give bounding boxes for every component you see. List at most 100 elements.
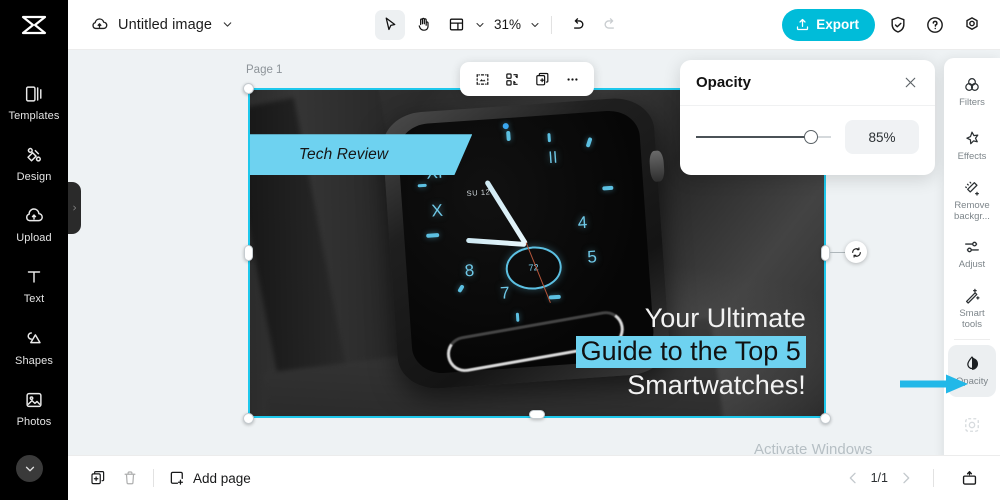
ellipsis-icon — [566, 77, 578, 81]
watch-crown — [648, 150, 665, 182]
help-button[interactable] — [921, 11, 949, 39]
watch-tick — [546, 132, 551, 142]
filters-icon — [965, 78, 979, 91]
opacity-slider-knob[interactable] — [803, 130, 818, 144]
capcut-logo-icon — [21, 15, 47, 34]
rightbar-label-remove-background: Remove backgr... — [954, 199, 990, 222]
security-button[interactable] — [884, 11, 912, 39]
templates-icon — [25, 86, 42, 102]
app-logo[interactable] — [0, 0, 68, 50]
headline-line-3: Smartwatches! — [627, 369, 806, 400]
trash-icon — [124, 471, 136, 485]
watch-numeral-7: 7 — [499, 282, 510, 303]
upload-cloud-icon — [26, 208, 43, 222]
redo-button[interactable] — [595, 10, 625, 40]
rightbar-item-filters[interactable]: Filters — [948, 66, 996, 118]
sidebar-item-upload[interactable]: Upload — [0, 194, 68, 255]
sidebar-label-photos: Photos — [16, 415, 52, 428]
resize-handle-bottom-right[interactable] — [820, 413, 831, 424]
image-context-toolbar — [460, 62, 594, 96]
opacity-panel: Opacity 85% — [680, 60, 935, 175]
sidebar-item-shapes[interactable]: Shapes — [0, 317, 68, 378]
sidebar-item-templates[interactable]: Templates — [0, 72, 68, 133]
watch-numeral-ii: ll — [548, 149, 559, 168]
sidebar-label-shapes: Shapes — [15, 354, 53, 367]
cursor-arrow-icon — [385, 17, 395, 31]
export-button[interactable]: Export — [782, 8, 875, 41]
opacity-panel-header: Opacity — [680, 60, 935, 106]
sidebar-expand-button[interactable] — [16, 455, 43, 482]
opacity-slider[interactable] — [696, 127, 831, 147]
undo-button[interactable] — [562, 10, 592, 40]
swap-icon — [505, 72, 518, 86]
text-t-icon — [27, 271, 41, 284]
rotate-handle[interactable] — [845, 241, 867, 263]
duplicate-page-button[interactable] — [82, 464, 114, 492]
presenter-view-button[interactable] — [953, 464, 986, 492]
headline-text-group[interactable]: Your Ultimate Guide to the Top 5 Smartwa… — [575, 303, 806, 402]
rightbar-item-cutout[interactable] — [948, 399, 996, 451]
document-title-group: Untitled image — [90, 15, 234, 34]
cutout-dashed-icon — [965, 418, 979, 432]
rightbar-item-adjust[interactable]: Adjust — [948, 228, 996, 280]
layout-tool-button[interactable] — [441, 10, 471, 40]
duplicate-tool-button[interactable] — [529, 66, 555, 92]
document-title[interactable]: Untitled image — [118, 17, 212, 33]
delete-page-button[interactable] — [114, 464, 146, 492]
opacity-panel-title: Opacity — [696, 74, 752, 91]
select-tool-button[interactable] — [374, 9, 405, 40]
chevron-left-icon[interactable] — [845, 470, 861, 486]
tech-review-ribbon[interactable]: Tech Review — [248, 134, 473, 176]
more-options-button[interactable] — [559, 66, 585, 92]
resize-handle-middle-right[interactable] — [821, 245, 830, 261]
close-icon[interactable] — [902, 74, 919, 91]
watch-numeral-4: 4 — [576, 212, 588, 233]
chevron-right-icon[interactable] — [898, 470, 914, 486]
remove-background-icon — [965, 181, 979, 196]
hand-tool-button[interactable] — [408, 10, 438, 40]
shapes-icon — [27, 331, 41, 344]
rightbar-item-smart-tools[interactable]: Smart tools — [948, 282, 996, 334]
add-page-button[interactable]: Add page — [161, 464, 258, 492]
resize-handle-bottom-center[interactable] — [529, 410, 545, 419]
sidebar-item-design[interactable]: Design — [0, 133, 68, 194]
effects-star-icon — [966, 131, 979, 145]
rightbar-item-remove-background[interactable]: Remove backgr... — [948, 174, 996, 226]
sidebar-item-photos[interactable]: Photos — [0, 378, 68, 439]
undo-icon — [573, 18, 583, 29]
watch-tick — [456, 283, 465, 293]
opacity-value-field[interactable]: 85% — [845, 120, 919, 154]
sidebar-label-text: Text — [23, 293, 45, 306]
watch-tick — [425, 232, 439, 238]
sidebar-item-text[interactable]: Text — [0, 255, 68, 316]
cloud-upload-icon[interactable] — [90, 15, 109, 34]
chevron-down-icon[interactable] — [221, 18, 234, 31]
layout-chevron-down-icon[interactable] — [474, 19, 486, 31]
watch-numeral-8: 8 — [463, 260, 475, 280]
rotate-connector — [830, 252, 845, 253]
replace-tool-button[interactable] — [499, 66, 525, 92]
bottom-divider — [153, 469, 154, 487]
upload-icon — [797, 18, 809, 31]
page-label: Page 1 — [246, 64, 283, 76]
rightbar-label-effects: Effects — [957, 151, 987, 163]
rightbar-item-effects[interactable]: Effects — [948, 120, 996, 172]
watch-tick — [515, 312, 520, 322]
resize-handle-bottom-left[interactable] — [243, 413, 254, 424]
watch-hour-hand — [465, 237, 526, 247]
toolbar-divider — [551, 15, 553, 34]
sidebar-collapse-handle[interactable] — [68, 182, 81, 234]
layout-grid-icon — [449, 18, 463, 31]
resize-handle-middle-left[interactable] — [244, 245, 253, 261]
zoom-chevron-down-icon[interactable] — [529, 19, 541, 31]
chevron-down-icon — [25, 466, 34, 471]
settings-button[interactable] — [958, 11, 986, 39]
shield-check-icon — [891, 16, 905, 33]
watch-tick — [601, 185, 613, 191]
resize-handle-top-left[interactable] — [243, 83, 254, 94]
add-page-label: Add page — [193, 470, 251, 486]
cutout-tool-button[interactable] — [469, 66, 495, 92]
app-root: Untitled image 31% Export Templates Desi… — [0, 0, 1000, 500]
zoom-level-value[interactable]: 31% — [489, 17, 526, 32]
watch-top-dot — [502, 122, 509, 130]
